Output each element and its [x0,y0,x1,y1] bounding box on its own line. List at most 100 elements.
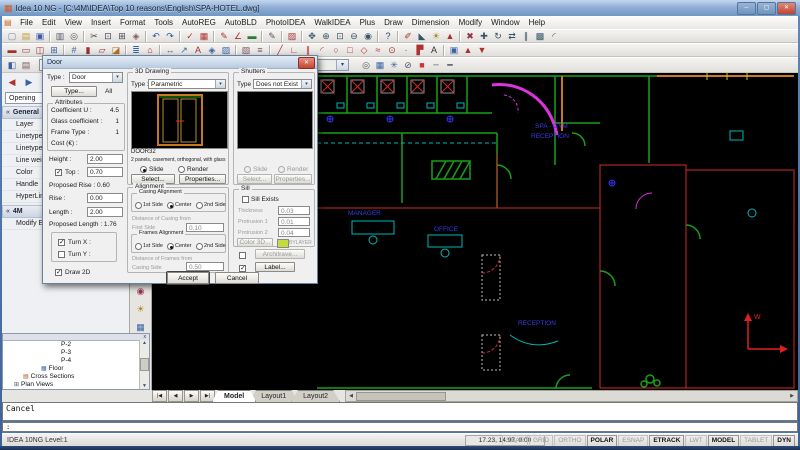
light-icon[interactable]: ☀ [134,303,148,316]
point-icon[interactable]: · [399,44,413,57]
menu-item[interactable]: Plus [355,18,380,27]
freeze-layer-icon[interactable]: ✳ [387,59,401,72]
pencil-icon[interactable]: ✎ [265,30,279,43]
tree-item-floor[interactable]: ▦ Floor [3,365,149,373]
3d-type-combo[interactable]: Parametric ▾ [148,79,226,89]
command-input[interactable]: : [2,422,798,432]
walk-icon[interactable]: ✐ [401,30,415,43]
forward-icon[interactable]: ▶ [22,76,36,89]
angle-icon[interactable]: ∠ [231,30,245,43]
tree-item-p3[interactable]: P-3 [3,349,149,357]
label-button[interactable]: Label... [255,262,295,272]
rotate-icon[interactable]: ↻ [491,30,505,43]
color-swatch-icon[interactable]: ■ [415,59,429,72]
menu-item[interactable]: Help [524,18,549,27]
status-toggle[interactable]: DYN [773,435,795,447]
layout-tab[interactable]: Layout2 [291,390,340,402]
copy-icon[interactable]: ⊡ [101,30,115,43]
menu-item[interactable]: Modify [454,18,487,27]
maximize-button[interactable]: ▢ [757,2,776,15]
fillet-icon[interactable]: ◜ [547,30,561,43]
circle-icon[interactable]: ○ [329,44,343,57]
redo-icon[interactable]: ↷ [163,30,177,43]
paste-icon[interactable]: ⊞ [115,30,129,43]
rectangle-icon[interactable]: □ [343,44,357,57]
tree-item-plan-views[interactable]: ⊞ Plan Views [3,381,149,389]
frames-2nd-side-radio[interactable] [196,243,203,250]
prev-tab-button[interactable]: ◀ [168,390,183,402]
menu-item[interactable]: Insert [86,18,115,27]
open-icon[interactable]: ▤ [19,30,33,43]
erase-icon[interactable]: ✖ [463,30,477,43]
cut-icon[interactable]: ✂ [87,30,101,43]
layout-tab[interactable]: Model [212,390,256,402]
scroll-down-icon[interactable]: ▼ [142,383,147,389]
scroll-left-icon[interactable]: ◀ [346,393,356,399]
dialog-title-bar[interactable]: Door ✕ [43,56,317,69]
zoom-extents-icon[interactable]: ◉ [361,30,375,43]
pan-icon[interactable]: ✥ [305,30,319,43]
array-icon[interactable]: ▩ [533,30,547,43]
casing-2nd-side-radio[interactable] [196,202,203,209]
tree-scrollbar[interactable]: ▲ ▼ [139,340,149,389]
casing-center-radio[interactable] [167,202,174,209]
chevron-down-icon[interactable]: ▾ [215,80,225,88]
status-toggle[interactable]: MODEL [708,435,739,447]
horizontal-scrollbar[interactable]: ◀ ▶ [345,390,798,402]
top-field[interactable]: 0.70 [87,167,123,177]
tree-item-p4[interactable]: P-4 [3,357,149,365]
move-icon[interactable]: ✚ [477,30,491,43]
back-icon[interactable]: ◀ [5,76,19,89]
turn-x-checkbox[interactable] [58,239,65,246]
shadow-icon[interactable]: ▲ [443,30,457,43]
cancel-button[interactable]: Cancel [215,272,259,284]
type-button[interactable]: Type... [51,86,97,97]
tree-item-cross-sections[interactable]: ▤ Cross Sections [3,373,149,381]
scrollbar-thumb[interactable] [356,392,446,401]
status-toggle[interactable]: ORTHO [554,435,585,447]
status-toggle[interactable]: GRID [529,435,553,447]
menu-item[interactable]: AutoREG [178,18,221,27]
spline-icon[interactable]: ≈ [371,44,385,57]
menu-item[interactable]: Edit [37,18,60,27]
first-tab-button[interactable]: |◀ [152,390,167,402]
region-icon[interactable]: ▛ [413,44,427,57]
top-checkbox[interactable] [55,169,62,176]
match-properties-icon[interactable]: ◧ [5,59,19,72]
properties-3d-button[interactable]: Properties... [179,174,226,184]
menu-item[interactable]: PhotoIDEA [261,18,310,27]
menu-item[interactable]: Dimension [407,18,454,27]
scrollbar-thumb[interactable] [140,358,149,371]
zoom-window-icon[interactable]: ⊡ [333,30,347,43]
linetype-icon[interactable]: ╌ [429,59,443,72]
ellipse-icon[interactable]: ⊙ [385,44,399,57]
status-toggle[interactable]: TABLET [740,435,772,447]
scroll-right-icon[interactable]: ▶ [787,393,797,399]
minimize-button[interactable]: ─ [737,2,756,15]
tree-item-p2[interactable]: P-2 [3,341,149,349]
status-toggle[interactable]: ESNAP [618,435,648,447]
new-icon[interactable]: ▢ [5,30,19,43]
menu-item[interactable]: Draw [380,18,408,27]
select-icon[interactable]: ✓ [183,30,197,43]
menu-item[interactable]: View [60,18,86,27]
menu-item[interactable]: WalkIDEA [310,18,355,27]
render-icon[interactable]: ◉ [134,285,148,298]
scroll-up-icon[interactable]: ▲ [142,340,147,346]
double-wall-icon[interactable]: ▭ [19,44,33,57]
undo-icon[interactable]: ↶ [149,30,163,43]
menu-item[interactable]: AutoBLD [220,18,261,27]
up-arrow-icon[interactable]: ▲ [461,44,475,57]
shutters-type-combo[interactable]: Does not Exist ▾ [253,79,312,89]
mirror-icon[interactable]: ⇄ [505,30,519,43]
layout-tab[interactable]: Layout1 [249,390,298,402]
layers-icon[interactable]: ▦ [373,59,387,72]
zoom-out-icon[interactable]: ⊖ [347,30,361,43]
print-preview-icon[interactable]: ◎ [67,30,81,43]
down-arrow-icon[interactable]: ▼ [475,44,489,57]
image-icon[interactable]: ▣ [447,44,461,57]
accept-button[interactable]: Accept [167,272,209,284]
frames-1st-side-radio[interactable] [135,243,142,250]
status-toggle[interactable]: ETRACK [649,435,684,447]
last-tab-button[interactable]: ▶| [200,390,215,402]
